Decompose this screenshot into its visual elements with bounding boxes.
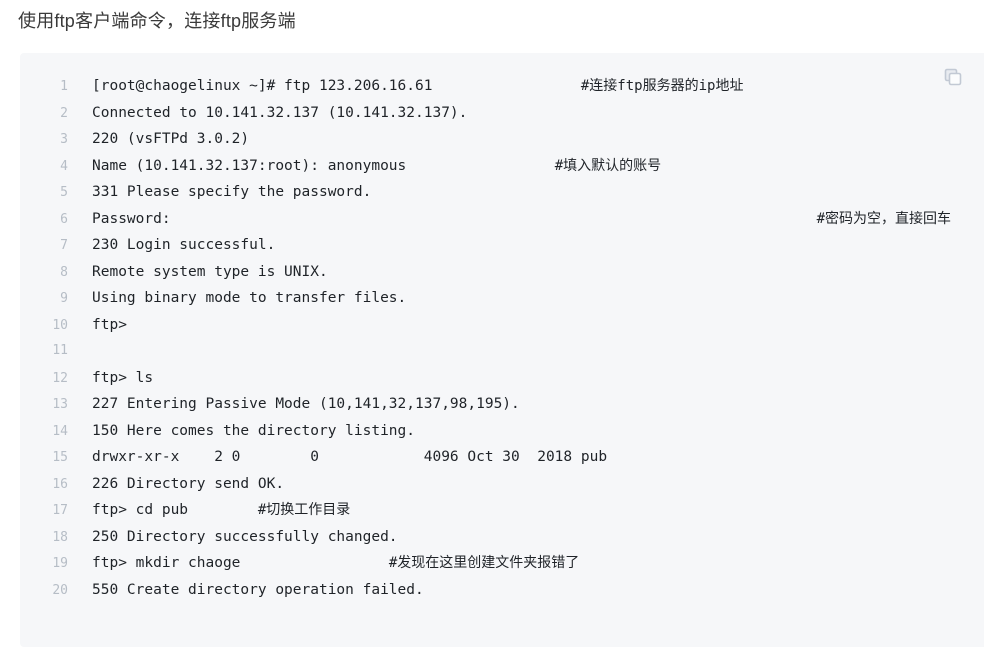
comment-spacer [406,153,554,180]
code-line: 4 Name (10.141.32.137:root): anonymous #填… [20,153,984,180]
line-code: Remote system type is UNIX. [92,263,328,280]
comment-spacer [240,550,388,577]
code-line: 6 Password: #密码为空，直接回车 [20,206,984,233]
line-number: 15 [52,450,68,465]
code-line: 12 ftp> ls [20,365,984,392]
line-code: [root@chaogelinux ~]# ftp 123.206.16.61 [92,78,433,94]
line-code: Connected to 10.141.32.137 (10.141.32.13… [92,104,468,121]
code-line: 9 Using binary mode to transfer files. [20,285,984,312]
line-code: ftp> mkdir chaoge [92,555,241,571]
code-line: 7 230 Login successful. [20,232,984,259]
line-code: 150 Here comes the directory listing. [92,422,416,439]
line-number: 9 [60,291,68,306]
line-number: 8 [60,264,68,280]
line-code: 230 Login successful. [92,237,276,253]
line-number: 3 [60,132,68,147]
code-line: 18 250 Directory successfully changed. [20,524,984,551]
line-code: 331 Please specify the password. [92,184,372,200]
line-comment: #发现在这里创建文件夹报错了 [388,555,580,571]
line-comment: #填入默认的账号 [554,157,662,174]
line-code: ftp> cd pub [92,502,189,518]
code-line: 3 220 (vsFTPd 3.0.2) [20,126,984,153]
line-number: 6 [60,211,68,227]
code-line: 16 226 Directory send OK. [20,471,984,498]
line-code: ftp> [92,316,127,333]
line-number: 5 [60,185,68,200]
code-line-list: 1 [root@chaogelinux ~]# ftp 123.206.16.61… [20,73,984,603]
line-number: 10 [52,317,68,333]
code-line: 14 150 Here comes the directory listing. [20,418,984,445]
code-line: 13 227 Entering Passive Mode (10,141,32,1… [20,391,984,418]
code-line: 11 [20,338,984,365]
page-title: 使用ftp客户端命令，连接ftp服务端 [18,11,296,31]
line-number: 7 [60,238,68,253]
line-number: 2 [60,105,68,121]
line-number: 16 [52,476,68,492]
page-root: 使用ftp客户端命令，连接ftp服务端 1 [root@chaogelinux ~… [0,0,984,655]
comment-spacer [432,73,580,100]
comment-spacer [188,497,258,524]
line-code: ftp> ls [92,369,154,386]
line-code: 250 Directory successfully changed. [92,528,398,545]
code-line: 2 Connected to 10.141.32.137 (10.141.32.1… [20,100,984,127]
line-number: 4 [60,158,68,174]
code-block: 1 [root@chaogelinux ~]# ftp 123.206.16.61… [20,53,984,647]
line-code: Using binary mode to transfer files. [92,290,407,306]
comment-spacer [171,206,817,233]
code-line: 17 ftp> cd pub #切换工作目录 [20,497,984,524]
line-code: Password: [92,210,171,227]
line-code: Name (10.141.32.137:root): anonymous [92,157,407,174]
code-line: 5 331 Please specify the password. [20,179,984,206]
code-line: 15 drwxr-xr-x 2 0 0 4096 Oct 30 2018 pub [20,444,984,471]
line-number: 19 [52,556,68,571]
line-number: 12 [52,370,68,386]
line-code: 227 Entering Passive Mode (10,141,32,137… [92,396,520,412]
line-number: 1 [60,79,68,94]
line-number: 17 [52,503,68,518]
line-number: 18 [52,529,68,545]
line-comment: #切换工作目录 [257,502,351,518]
code-line: 1 [root@chaogelinux ~]# ftp 123.206.16.61… [20,73,984,100]
code-line: 19 ftp> mkdir chaoge #发现在这里创建文件夹报错了 [20,550,984,577]
line-code: 550 Create directory operation failed. [92,581,424,598]
line-code: drwxr-xr-x 2 0 0 4096 Oct 30 2018 pub [92,449,608,465]
line-number: 13 [52,397,68,412]
code-line: 10 ftp> [20,312,984,339]
line-number: 14 [52,423,68,439]
line-comment: #密码为空，直接回车 [816,210,952,227]
line-comment: #连接ftp服务器的ip地址 [580,78,744,94]
code-line: 20 550 Create directory operation failed. [20,577,984,604]
line-number: 11 [52,343,68,358]
code-line: 8 Remote system type is UNIX. [20,259,984,286]
line-number: 20 [52,582,68,598]
line-code: 220 (vsFTPd 3.0.2) [92,131,250,147]
line-code: 226 Directory send OK. [92,475,285,492]
